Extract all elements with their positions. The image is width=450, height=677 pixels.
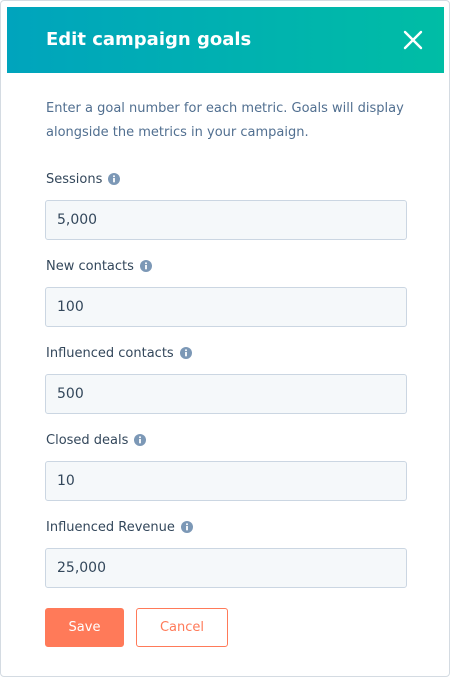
info-icon[interactable]	[108, 173, 121, 185]
closed-deals-field: Closed deals	[45, 431, 407, 501]
influenced-contacts-field: Influenced contacts	[45, 344, 407, 414]
sessions-input[interactable]	[45, 200, 407, 240]
influenced-contacts-input[interactable]	[45, 374, 407, 414]
closed-deals-label-text: Closed deals	[46, 432, 129, 448]
new-contacts-input[interactable]	[45, 287, 407, 327]
influenced-contacts-label-text: Influenced contacts	[46, 345, 174, 361]
close-button[interactable]	[400, 27, 426, 53]
save-button[interactable]: Save	[45, 608, 124, 647]
closed-deals-input[interactable]	[45, 461, 407, 501]
edit-campaign-goals-dialog: Edit campaign goals Enter a goal number …	[0, 0, 450, 677]
sessions-label-text: Sessions	[46, 171, 103, 187]
info-icon[interactable]	[139, 260, 152, 272]
influenced-contacts-label: Influenced contacts	[46, 344, 407, 362]
info-icon[interactable]	[179, 347, 192, 359]
close-icon	[403, 30, 423, 50]
new-contacts-label-text: New contacts	[46, 258, 134, 274]
dialog-header: Edit campaign goals	[7, 7, 444, 73]
influenced-revenue-input[interactable]	[45, 548, 407, 588]
info-icon[interactable]	[180, 521, 193, 533]
influenced-revenue-label-text: Influenced Revenue	[46, 519, 175, 535]
dialog-description: Enter a goal number for each metric. Goa…	[46, 101, 404, 140]
influenced-revenue-label: Influenced Revenue	[46, 518, 407, 536]
cancel-button[interactable]: Cancel	[136, 608, 228, 647]
new-contacts-label: New contacts	[46, 257, 407, 275]
new-contacts-field: New contacts	[45, 257, 407, 327]
info-icon[interactable]	[134, 434, 147, 446]
sessions-label: Sessions	[46, 170, 407, 188]
influenced-revenue-field: Influenced Revenue	[45, 518, 407, 588]
closed-deals-label: Closed deals	[46, 431, 407, 449]
sessions-field: Sessions	[45, 170, 407, 240]
dialog-title: Edit campaign goals	[46, 29, 252, 50]
